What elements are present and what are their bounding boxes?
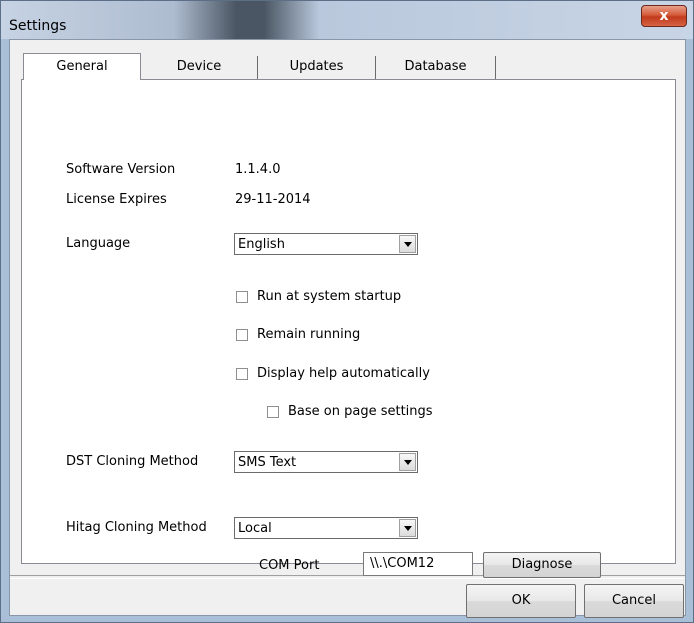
language-select[interactable]: English xyxy=(234,233,418,255)
chevron-down-icon[interactable] xyxy=(399,453,416,471)
base-on-page-settings-checkbox[interactable]: Base on page settings xyxy=(267,404,433,419)
hitag-selected-value: Local xyxy=(238,521,272,536)
tab-updates[interactable]: Updates xyxy=(258,56,376,80)
license-expires-value: 29-11-2014 xyxy=(235,192,311,207)
display-help-checkbox[interactable]: Display help automatically xyxy=(236,366,430,381)
hitag-cloning-method-label: Hitag Cloning Method xyxy=(66,520,207,535)
tab-strip: General Device Updates Database xyxy=(23,53,496,80)
run-at-startup-label: Run at system startup xyxy=(257,289,402,304)
dialog-body: General Device Updates Database Software… xyxy=(9,39,686,618)
checkbox-box[interactable] xyxy=(267,405,279,418)
run-at-startup-checkbox[interactable]: Run at system startup xyxy=(236,289,401,304)
com-port-input[interactable]: \\.\COM12 xyxy=(363,552,473,576)
close-icon: x xyxy=(659,8,669,24)
dst-selected-value: SMS Text xyxy=(238,455,297,470)
title-bar[interactable]: Settings x xyxy=(1,1,693,39)
tab-general[interactable]: General xyxy=(23,53,141,80)
checkbox-box[interactable] xyxy=(236,328,248,341)
language-label: Language xyxy=(66,236,131,251)
hitag-cloning-method-select[interactable]: Local xyxy=(234,517,418,539)
dst-cloning-method-label: DST Cloning Method xyxy=(66,454,199,469)
dst-cloning-method-select[interactable]: SMS Text xyxy=(234,451,418,473)
display-help-label: Display help automatically xyxy=(257,366,430,381)
tab-device[interactable]: Device xyxy=(141,56,258,80)
general-tab-panel: Software Version 1.1.4.0 License Expires… xyxy=(21,79,676,578)
chevron-down-icon[interactable] xyxy=(399,519,416,537)
tab-database[interactable]: Database xyxy=(376,56,496,80)
software-version-value: 1.1.4.0 xyxy=(235,162,281,177)
license-expires-label: License Expires xyxy=(66,192,167,207)
chevron-down-icon[interactable] xyxy=(399,235,416,253)
base-on-page-settings-label: Base on page settings xyxy=(288,404,433,419)
remain-running-checkbox[interactable]: Remain running xyxy=(236,327,360,342)
software-version-label: Software Version xyxy=(66,162,176,177)
window-title: Settings xyxy=(9,18,67,34)
settings-window: Settings x General Device Updates Databa… xyxy=(0,0,694,623)
remain-running-label: Remain running xyxy=(257,327,361,342)
checkbox-box[interactable] xyxy=(236,290,248,303)
com-port-label: COM Port xyxy=(259,558,320,573)
checkbox-box[interactable] xyxy=(236,367,248,380)
diagnose-button[interactable]: Diagnose xyxy=(483,552,601,578)
ok-button[interactable]: OK xyxy=(466,584,576,618)
cancel-button[interactable]: Cancel xyxy=(584,584,684,618)
close-button[interactable]: x xyxy=(641,5,687,27)
language-selected-value: English xyxy=(238,237,285,252)
